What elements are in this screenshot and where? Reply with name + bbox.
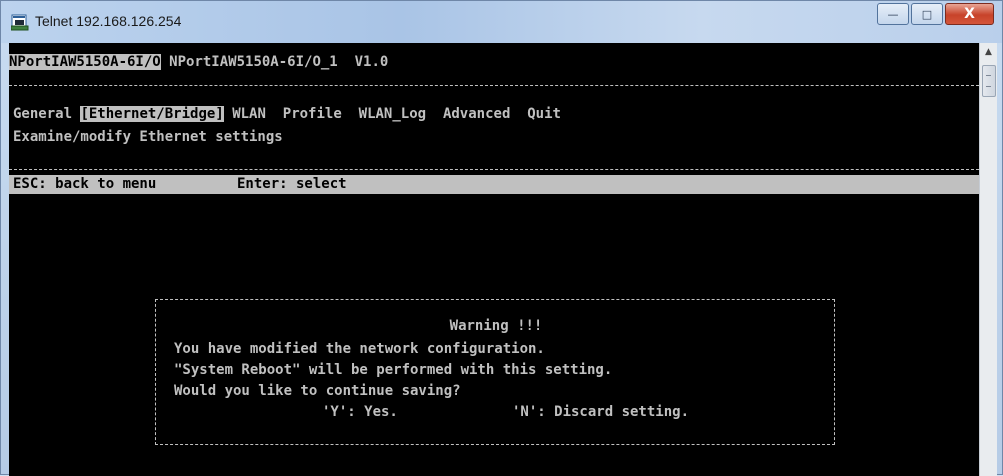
header-line: NPortIAW5150A-6I/O NPortIAW5150A-6I/O_1 … [9,53,388,72]
menu-description: Examine/modify Ethernet settings [13,129,283,145]
scrollbar-grip-icon [986,75,991,87]
dialog-line-2: "System Reboot" will be performed with t… [174,362,613,378]
dialog-title: Warning !!! [449,318,543,334]
minimize-icon: — [887,7,899,21]
dialog-line-3: Would you like to continue saving? [174,383,461,399]
warning-dialog: Warning !!! You have modified the networ… [155,299,835,445]
dialog-line-1: You have modified the network configurat… [174,341,545,357]
close-icon: X [964,6,975,22]
key-hint-bar: ESC: back to menu Enter: select [9,175,979,194]
terminal-console[interactable]: NPortIAW5150A-6I/O NPortIAW5150A-6I/O_1 … [9,43,979,476]
window-title: Telnet 192.168.126.254 [35,13,182,29]
telnet-app-icon [11,14,29,31]
scroll-up-arrow-icon[interactable]: ▲ [980,47,997,61]
telnet-window: Telnet 192.168.126.254 — □ X NPortIAW515… [0,0,1003,476]
device-name: NPortIAW5150A-6I/O_1 [169,54,338,70]
close-button[interactable]: X [945,3,994,25]
menu-item-ethernet-bridge[interactable]: [Ethernet/Bridge] [80,106,224,122]
menu-item-quit[interactable]: Quit [527,106,561,122]
window-controls: — □ X [875,3,994,25]
vertical-scrollbar[interactable]: ▲ [979,43,997,476]
yes-option[interactable]: 'Y': Yes. [322,403,398,422]
minimize-button[interactable]: — [877,3,909,25]
title-bar[interactable]: Telnet 192.168.126.254 — □ X [1,1,1002,43]
maximize-button[interactable]: □ [911,3,943,25]
menu-item-general[interactable]: General [13,106,72,122]
firmware-version: V1.0 [354,54,389,70]
device-selected: NPortIAW5150A-6I/O [9,54,161,70]
menu-item-profile[interactable]: Profile [283,106,342,122]
enter-hint: Enter: select [237,176,347,192]
maximize-icon: □ [921,7,933,21]
discard-option[interactable]: 'N': Discard setting. [512,403,689,422]
menu-divider [9,169,979,170]
header-divider [9,85,979,86]
menu-item-wlan[interactable]: WLAN [232,106,266,122]
main-menu: General [Ethernet/Bridge] WLAN Profile W… [13,105,561,124]
esc-hint: ESC: back to menu [13,176,157,192]
menu-item-wlan-log[interactable]: WLAN_Log [359,106,426,122]
menu-item-advanced[interactable]: Advanced [443,106,510,122]
